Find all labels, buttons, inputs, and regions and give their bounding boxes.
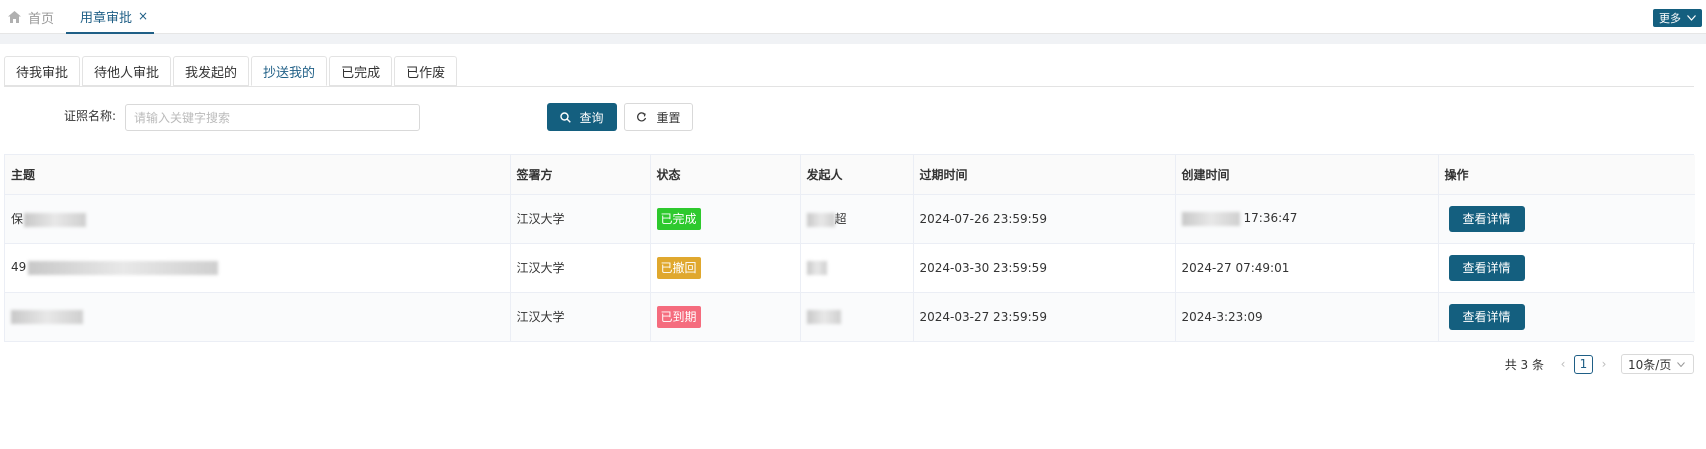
chevron-down-icon: [1677, 361, 1686, 367]
refresh-icon: [637, 111, 647, 121]
status-badge: 已到期: [656, 305, 701, 328]
column-header: 签署方: [510, 155, 651, 195]
tab-label: 抄送我的: [263, 65, 316, 81]
tab-seal-approval[interactable]: 用章审批 ×: [66, 0, 154, 34]
status-badge: 已撤回: [656, 256, 701, 279]
cell-created: 17:36:47: [1175, 194, 1439, 244]
total-count: 共 3 条: [1504, 357, 1544, 372]
cell-status: 已撤回: [650, 243, 801, 293]
table-row: 49 江汉大学 已撤回 2024-03-30 23:59:59 2024-27 …: [5, 243, 1695, 293]
reset-button-label: 重置: [656, 110, 681, 125]
initiator-text: 超: [834, 212, 847, 226]
column-header: 主题: [5, 155, 511, 195]
page-number-button[interactable]: 1: [1574, 354, 1593, 374]
page-size-label: 10条/页: [1628, 357, 1672, 372]
tab-initiated[interactable]: 我发起的: [173, 56, 250, 86]
cell-signer: 江汉大学: [510, 243, 651, 293]
cell-initiator: [800, 292, 914, 341]
tab-seal-approval-label: 用章审批: [80, 10, 133, 26]
tab-pending-others[interactable]: 待他人审批: [82, 56, 172, 86]
tab-label: 待他人审批: [94, 65, 160, 81]
created-text: 17:36:47: [1243, 211, 1298, 226]
view-details-button[interactable]: 查看详情: [1448, 254, 1525, 281]
redacted-text: [11, 310, 83, 324]
column-header: 发起人: [800, 155, 914, 195]
main-panel: 待我审批 待他人审批 我发起的 抄送我的 已完成 已作废 证照名称: 查询 重置…: [0, 44, 1706, 449]
tabs-divider: [4, 86, 1694, 87]
cell-status: 已完成: [650, 194, 801, 244]
cell-expire: 2024-03-27 23:59:59: [913, 292, 1176, 341]
redacted-text: [806, 310, 841, 324]
cell-action: 查看详情: [1438, 194, 1695, 244]
table-row: 保 江汉大学 已完成 超 2024-07-26 23:59:59 17:36:4…: [5, 194, 1695, 244]
redacted-text: [24, 212, 87, 227]
cell-action: 查看详情: [1438, 292, 1695, 341]
cell-subject: 保: [5, 194, 511, 244]
chevron-down-icon: [1687, 15, 1696, 21]
approval-tabs: 待我审批 待他人审批 我发起的 抄送我的 已完成 已作废: [4, 56, 459, 86]
approval-table: 主题 签署方 状态 发起人 过期时间 创建时间 操作 保 江汉大学 已完成 超 …: [4, 154, 1695, 342]
cell-created: 2024-27 07:49:01: [1175, 243, 1439, 293]
view-details-button[interactable]: 查看详情: [1448, 303, 1525, 330]
more-button[interactable]: 更多: [1653, 9, 1702, 27]
search-label: 证照名称:: [64, 109, 117, 123]
subject-text: 49: [11, 260, 27, 275]
tab-completed[interactable]: 已完成: [329, 56, 393, 86]
tab-home[interactable]: 首页: [8, 0, 54, 34]
page-size-select[interactable]: 10条/页: [1621, 354, 1694, 374]
table-header-row: 主题 签署方 状态 发起人 过期时间 创建时间 操作: [5, 155, 1695, 195]
cell-subject: [5, 292, 511, 341]
search-icon: [560, 111, 572, 123]
cell-subject: 49: [5, 243, 511, 293]
query-button[interactable]: 查询: [547, 103, 617, 131]
cell-created: 2024-3:23:09: [1175, 292, 1439, 341]
close-icon[interactable]: ×: [138, 9, 148, 23]
cell-expire: 2024-07-26 23:59:59: [913, 194, 1176, 244]
status-badge: 已完成: [656, 207, 701, 230]
tab-home-label: 首页: [28, 11, 55, 27]
column-header: 过期时间: [913, 155, 1176, 195]
top-tab-bar: 首页 用章审批 × 更多: [0, 0, 1706, 34]
cell-action: 查看详情: [1438, 243, 1695, 293]
tab-cc-me[interactable]: 抄送我的: [251, 56, 328, 86]
tab-label: 已完成: [341, 65, 381, 81]
tab-label: 已作废: [406, 65, 446, 81]
cell-status: 已到期: [650, 292, 801, 341]
search-input[interactable]: [125, 104, 420, 131]
tab-pending-mine[interactable]: 待我审批: [4, 56, 81, 86]
cell-expire: 2024-03-30 23:59:59: [913, 243, 1176, 293]
tab-voided[interactable]: 已作废: [394, 56, 458, 86]
column-header: 创建时间: [1175, 155, 1439, 195]
next-page-button[interactable]: ›: [1597, 354, 1611, 374]
cell-initiator: 超: [800, 194, 914, 244]
subject-text: 保: [11, 212, 24, 226]
redacted-text: [806, 212, 835, 227]
table-row: 江汉大学 已到期 2024-03-27 23:59:59 2024-3:23:0…: [5, 292, 1695, 341]
query-button-label: 查询: [579, 110, 604, 125]
redacted-text: [28, 260, 219, 275]
reset-button[interactable]: 重置: [624, 103, 693, 131]
more-button-label: 更多: [1659, 12, 1681, 25]
column-header: 状态: [650, 155, 801, 195]
cell-signer: 江汉大学: [510, 194, 651, 244]
tab-label: 我发起的: [185, 65, 238, 81]
prev-page-button[interactable]: ‹: [1556, 354, 1570, 374]
redacted-text: [1181, 211, 1240, 226]
cell-signer: 江汉大学: [510, 292, 651, 341]
redacted-text: [806, 260, 827, 275]
view-details-button[interactable]: 查看详情: [1448, 205, 1525, 232]
created-text: 2024-27 07:49:01: [1181, 260, 1290, 275]
tab-label: 待我审批: [16, 65, 69, 81]
column-header: 操作: [1438, 155, 1695, 195]
created-text: 2024-3:23:09: [1181, 309, 1263, 324]
pagination: 共 3 条 ‹ 1 › 10条/页: [1505, 354, 1694, 374]
home-icon: [8, 11, 21, 23]
cell-initiator: [800, 243, 914, 293]
